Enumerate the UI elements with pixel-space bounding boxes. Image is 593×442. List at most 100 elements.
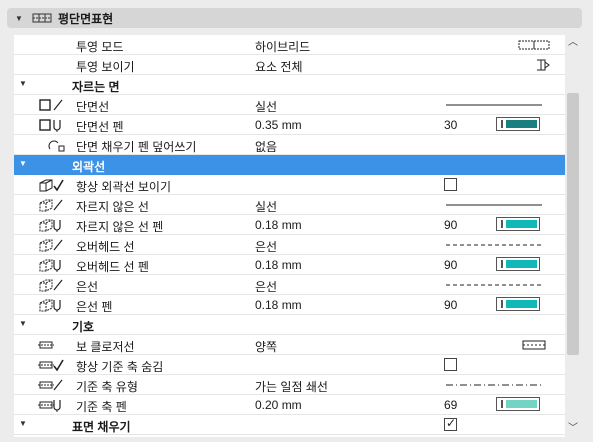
property-value[interactable]: 실선 xyxy=(255,198,277,215)
property-row[interactable]: 항상 외곽선 보이기 xyxy=(14,175,565,195)
dashed-line-preview[interactable] xyxy=(444,237,544,253)
property-value[interactable]: 실선 xyxy=(255,98,277,115)
property-value[interactable]: 0.20 mm xyxy=(255,398,302,412)
ref-axis-pen-icon xyxy=(38,397,74,413)
section-checkbox[interactable] xyxy=(444,416,457,431)
beam-closure-icon xyxy=(38,337,74,353)
property-row[interactable]: 투영 보이기 요소 전체 xyxy=(14,55,565,75)
property-name: 항상 외곽선 보이기 xyxy=(76,180,171,194)
hide-ref-axis-icon xyxy=(38,357,74,373)
property-row[interactable]: 오버헤드 선 은선 xyxy=(14,235,565,255)
property-name: 투영 모드 xyxy=(76,40,124,54)
property-row[interactable]: 보 클로저선 양쪽 xyxy=(14,335,565,355)
hidden-line-icon xyxy=(38,277,74,293)
property-name: 기준 축 유형 xyxy=(76,380,138,394)
property-value[interactable]: 가는 일점 쇄선 xyxy=(255,378,328,395)
fill-pen-override-icon xyxy=(38,137,74,153)
panel-title: 평단면표현 xyxy=(58,11,114,26)
pen-color-swatch[interactable] xyxy=(492,397,552,413)
property-name: 보 클로저선 xyxy=(76,340,135,354)
section-header[interactable]: ▼ 표면 채우기 xyxy=(14,415,565,435)
solid-line-preview[interactable] xyxy=(444,197,544,213)
pen-number[interactable]: 69 xyxy=(444,398,457,412)
property-list: 투영 모드 하이브리드 투영 보이기 요소 전체 ▼ 자르는 면 단면선 실선 단면선 펜 0.3… xyxy=(14,35,565,437)
property-row[interactable]: 자르지 않은 선 펜 0.18 mm 90 xyxy=(14,215,565,235)
property-name: 투영 보이기 xyxy=(76,60,135,74)
property-row[interactable]: 오버헤드 선 펜 0.18 mm 90 xyxy=(14,255,565,275)
hidden-pen-icon xyxy=(38,297,74,313)
property-value[interactable]: 요소 전체 xyxy=(255,58,303,75)
closure-symbol-preview[interactable] xyxy=(517,337,551,353)
property-name: 오버헤드 선 xyxy=(76,240,135,254)
projection-icon[interactable] xyxy=(517,37,551,53)
property-value[interactable]: 0.18 mm xyxy=(255,298,302,312)
property-name: 단면선 펜 xyxy=(76,120,124,134)
property-name: 항상 기준 축 숨김 xyxy=(76,360,164,374)
uncut-pen-icon xyxy=(38,217,74,233)
property-row[interactable]: 기준 축 유형 가는 일점 쇄선 xyxy=(14,375,565,395)
property-name: 단면선 xyxy=(76,100,110,114)
property-row[interactable]: 단면선 실선 xyxy=(14,95,565,115)
cut-line-icon xyxy=(38,97,74,113)
pen-color-swatch[interactable] xyxy=(492,117,552,133)
property-row[interactable]: 단면 채우기 펜 덮어쓰기 없음 xyxy=(14,135,565,155)
scroll-down-chevron-icon[interactable]: ﹀ xyxy=(566,422,580,436)
scroll-up-chevron-icon[interactable]: ︿ xyxy=(566,36,580,50)
property-name: 단면 채우기 펜 덮어쓰기 xyxy=(76,140,197,154)
property-row[interactable]: 자르지 않은 선 실선 xyxy=(14,195,565,215)
property-row[interactable]: 투영 모드 하이브리드 xyxy=(14,35,565,55)
floor-plan-section-icon xyxy=(32,13,52,23)
section-title: 기호 xyxy=(72,320,95,334)
pen-color-swatch[interactable] xyxy=(492,297,552,313)
property-row[interactable]: 기준 축 펜 0.20 mm 69 xyxy=(14,395,565,415)
pen-number[interactable]: 90 xyxy=(444,218,457,232)
property-row[interactable]: 항상 기준 축 숨김 xyxy=(14,355,565,375)
show-outline-icon xyxy=(38,177,74,193)
scrollbar-thumb[interactable] xyxy=(567,93,579,355)
section-header[interactable]: ▼ 자르는 면 xyxy=(14,75,565,95)
property-name: 은선 펜 xyxy=(76,300,113,314)
panel-header[interactable]: ▼ 평단면표현 xyxy=(7,8,582,28)
collapse-triangle-icon[interactable]: ▼ xyxy=(19,79,27,88)
collapse-triangle-icon[interactable]: ▼ xyxy=(19,159,27,168)
property-name: 자르지 않은 선 xyxy=(76,200,149,214)
pen-color-swatch[interactable] xyxy=(492,217,552,233)
collapse-triangle-icon[interactable]: ▼ xyxy=(19,319,27,328)
section-header[interactable]: ▼ 기호 xyxy=(14,315,565,335)
ref-axis-type-icon xyxy=(38,377,74,393)
property-checkbox[interactable] xyxy=(444,178,457,191)
property-value[interactable]: 0.18 mm xyxy=(255,258,302,272)
property-name: 오버헤드 선 펜 xyxy=(76,260,149,274)
property-name: 은선 xyxy=(76,280,99,294)
solid-line-preview[interactable] xyxy=(444,97,544,113)
property-value[interactable]: 양쪽 xyxy=(255,338,277,355)
pen-color-swatch[interactable] xyxy=(492,257,552,273)
property-checkbox[interactable] xyxy=(444,358,457,371)
property-name: 자르지 않은 선 펜 xyxy=(76,220,164,234)
pen-number[interactable]: 90 xyxy=(444,258,457,272)
property-row[interactable]: 단면선 펜 0.35 mm 30 xyxy=(14,115,565,135)
collapse-triangle-icon[interactable]: ▼ xyxy=(15,14,23,23)
collapse-triangle-icon[interactable]: ▼ xyxy=(19,419,27,428)
property-value[interactable]: 은선 xyxy=(255,238,277,255)
property-row[interactable]: 은선 은선 xyxy=(14,275,565,295)
show-elements-icon[interactable] xyxy=(517,57,551,73)
dashed-line-preview[interactable] xyxy=(444,277,544,293)
property-row[interactable]: 은선 펜 0.18 mm 90 xyxy=(14,295,565,315)
section-title: 자르는 면 xyxy=(72,80,120,94)
property-value[interactable]: 없음 xyxy=(255,138,277,155)
property-name: 기준 축 펜 xyxy=(76,400,127,414)
uncut-line-icon xyxy=(38,197,74,213)
overhead-pen-icon xyxy=(38,257,74,273)
overhead-line-icon xyxy=(38,237,74,253)
section-header[interactable]: ▼ 외곽선 xyxy=(14,155,565,175)
section-title: 표면 채우기 xyxy=(72,420,131,434)
section-title: 외곽선 xyxy=(72,160,106,174)
pen-number[interactable]: 30 xyxy=(444,118,457,132)
property-value[interactable]: 하이브리드 xyxy=(255,38,310,55)
property-value[interactable]: 0.18 mm xyxy=(255,218,302,232)
property-value[interactable]: 은선 xyxy=(255,278,277,295)
pen-number[interactable]: 90 xyxy=(444,298,457,312)
dashdot-line-preview[interactable] xyxy=(444,377,544,393)
property-value[interactable]: 0.35 mm xyxy=(255,118,302,132)
